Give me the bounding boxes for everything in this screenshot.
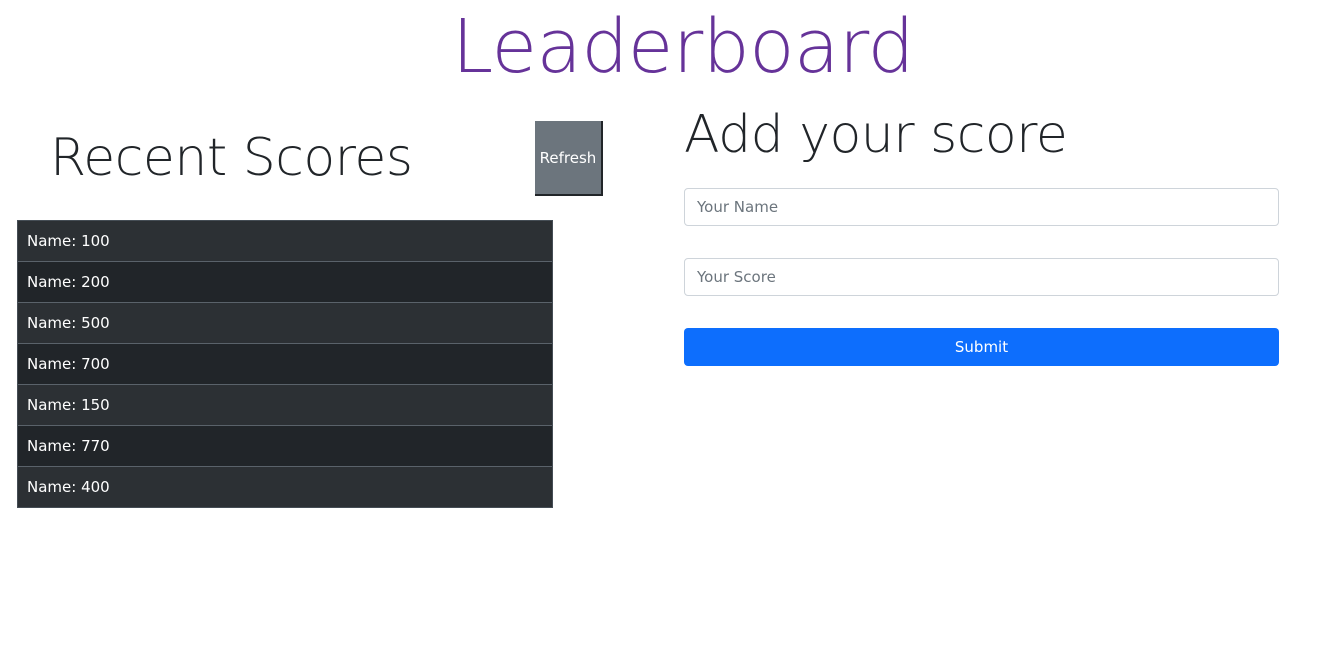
name-input[interactable] xyxy=(684,188,1279,226)
list-item: Name: 770 xyxy=(18,425,552,466)
list-item: Name: 700 xyxy=(18,343,552,384)
list-item: Name: 150 xyxy=(18,384,552,425)
recent-scores-heading: Recent Scores xyxy=(50,128,413,188)
list-item: Name: 400 xyxy=(18,466,552,507)
submit-button[interactable]: Submit xyxy=(684,328,1279,366)
page-title: Leaderboard xyxy=(452,4,914,90)
scores-list: Name: 100 Name: 200 Name: 500 Name: 700 … xyxy=(17,220,553,508)
list-item: Name: 500 xyxy=(18,302,552,343)
list-item: Name: 100 xyxy=(18,221,552,261)
list-item: Name: 200 xyxy=(18,261,552,302)
score-input[interactable] xyxy=(684,258,1279,296)
add-score-heading: Add your score xyxy=(684,105,1068,165)
refresh-button[interactable]: Refresh xyxy=(535,121,603,196)
